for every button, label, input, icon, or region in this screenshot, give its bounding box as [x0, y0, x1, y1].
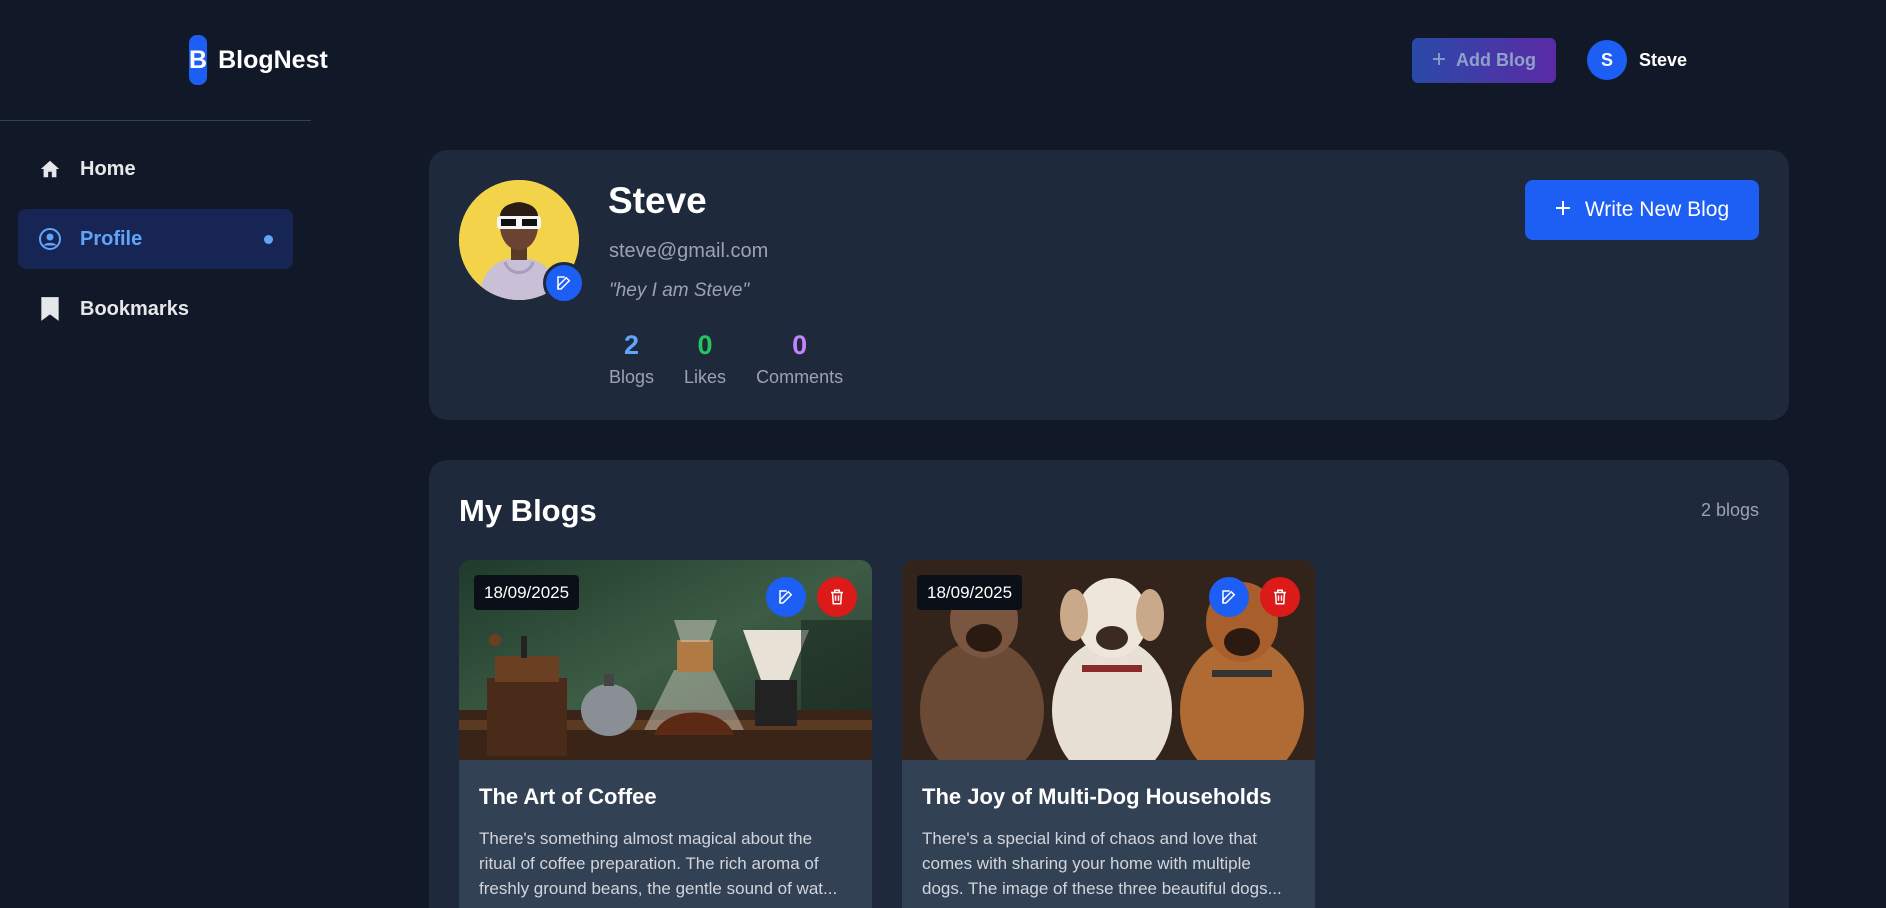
my-blogs-section: My Blogs 2 blogs 18/09/2025 The Art of C… — [429, 460, 1789, 908]
blog-cover-image: 18/09/2025 — [459, 560, 872, 760]
plus-icon — [1555, 198, 1571, 222]
blog-excerpt: There's something almost magical about t… — [479, 829, 838, 898]
profile-stats: 2 Blogs 0 Likes 0 Comments — [609, 330, 843, 388]
edit-icon — [557, 276, 571, 290]
trash-icon — [1274, 589, 1286, 605]
profile-bio: "hey I am Steve" — [609, 280, 750, 301]
delete-blog-button[interactable] — [1260, 577, 1300, 617]
home-icon — [38, 157, 62, 181]
profile-card: Steve steve@gmail.com "hey I am Steve" 2… — [429, 150, 1789, 420]
date-badge: 18/09/2025 — [917, 575, 1023, 610]
stat-comments: 0 Comments — [756, 330, 843, 388]
blog-excerpt: There's a special kind of chaos and love… — [922, 829, 1282, 898]
write-new-blog-label: Write New Blog — [1584, 198, 1730, 221]
stat-likes: 0 Likes — [684, 330, 726, 388]
active-indicator-dot — [264, 234, 273, 244]
edit-blog-button[interactable] — [766, 577, 806, 617]
delete-blog-button[interactable] — [817, 577, 857, 617]
blog-cover-image: 18/09/2025 — [902, 560, 1315, 760]
blog-title[interactable]: The Art of Coffee — [479, 784, 852, 810]
stat-value: 0 — [697, 330, 713, 360]
edit-icon — [1222, 590, 1236, 604]
sidebar-item-label: Home — [80, 157, 136, 180]
sidebar-item-profile[interactable]: Profile — [18, 209, 293, 269]
write-new-blog-button[interactable]: Write New Blog — [1525, 180, 1759, 240]
edit-blog-button[interactable] — [1209, 577, 1249, 617]
blog-title[interactable]: The Joy of Multi-Dog Households — [922, 784, 1295, 810]
user-menu[interactable]: S Steve — [1587, 40, 1687, 80]
stat-label: Comments — [756, 367, 844, 387]
add-blog-button[interactable]: Add Blog — [1412, 38, 1556, 83]
stat-value: 0 — [792, 330, 808, 360]
user-name: Steve — [1639, 49, 1688, 70]
trash-icon — [831, 589, 843, 605]
profile-email: steve@gmail.com — [609, 240, 769, 262]
sidebar-item-bookmarks[interactable]: Bookmarks — [18, 279, 293, 339]
sidebar-item-home[interactable]: Home — [18, 139, 293, 199]
sidebar-item-label: Profile — [80, 227, 143, 250]
blog-body: The Joy of Multi-Dog Households There's … — [902, 760, 1315, 901]
blogs-count: 2 blogs — [1700, 500, 1759, 520]
bookmark-icon — [38, 297, 62, 321]
user-circle-icon — [38, 227, 62, 251]
blog-card[interactable]: 18/09/2025 The Art of Coffee There's som… — [459, 560, 872, 908]
sidebar-item-label: Bookmarks — [80, 297, 189, 320]
stat-label: Blogs — [609, 367, 655, 387]
sidebar: B BlogNest Home Profile Bookmarks — [0, 0, 328, 908]
plus-icon — [1432, 50, 1446, 71]
blog-body: The Art of Coffee There's something almo… — [459, 760, 872, 901]
edit-icon — [779, 590, 793, 604]
avatar: S — [1587, 40, 1627, 80]
sidebar-nav: Home Profile Bookmarks — [0, 121, 311, 339]
blog-card[interactable]: 18/09/2025 The Joy of Multi-Dog Househol… — [902, 560, 1315, 908]
brand-logo: B — [189, 35, 208, 85]
edit-avatar-button[interactable] — [543, 262, 585, 304]
section-title: My Blogs — [459, 493, 597, 528]
stat-blogs: 2 Blogs — [609, 330, 654, 388]
profile-avatar-wrap — [459, 180, 585, 304]
stat-value: 2 — [624, 330, 640, 360]
top-bar: Add Blog S Steve — [311, 0, 1886, 121]
profile-name: Steve — [608, 180, 707, 221]
date-badge: 18/09/2025 — [474, 575, 580, 610]
add-blog-label: Add Blog — [1456, 50, 1536, 70]
brand[interactable]: B BlogNest — [0, 0, 328, 121]
stat-label: Likes — [684, 367, 727, 387]
